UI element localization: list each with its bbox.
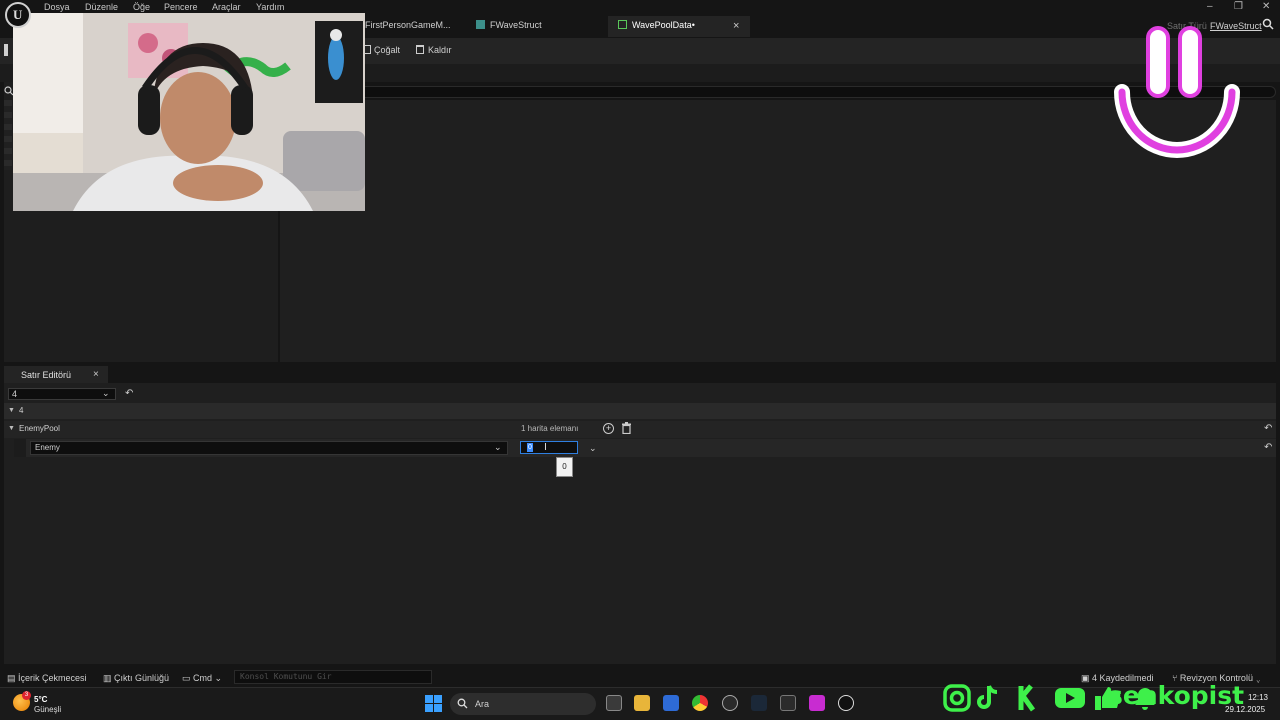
menu-file[interactable]: Dosya [44,2,70,12]
output-log-button[interactable]: ▥ Çıktı Günlüğü [103,673,169,684]
cmd-dropdown[interactable]: ▭ Cmd ⌄ [182,673,222,684]
chevron-down-icon[interactable]: ⌄ [494,442,502,453]
weather-temperature: 5°C [34,695,48,704]
chevron-down-icon: ⌄ [1252,673,1261,683]
epic-games-icon[interactable] [780,695,796,711]
remove-label: Kaldır [428,45,452,55]
taskbar-search-label: Ara [475,699,490,709]
content-drawer-button[interactable]: ▤ İçerik Çekmecesi [7,673,87,684]
close-icon[interactable]: × [93,369,99,380]
console-icon: ▭ [182,673,194,683]
row-name-select[interactable]: 4 [8,388,116,400]
task-view-icon[interactable] [606,695,622,711]
save-icon: ▣ [1081,673,1093,683]
reset-arrow-icon[interactable]: ↶ [125,388,133,399]
search-icon [457,698,468,709]
menu-edit[interactable]: Düzenle [85,2,118,12]
menu-help[interactable]: Yardım [256,2,284,12]
store-icon[interactable] [663,695,679,711]
menu-asset[interactable]: Öğe [133,2,150,12]
cmd-label: Cmd [193,673,213,683]
duplicate-button[interactable]: Çoğalt [363,45,400,55]
trash-icon [416,45,424,54]
section-label: 4 [19,406,24,415]
remove-button[interactable]: Kaldır [416,45,452,55]
map-element-count: 1 harita elemanı [521,424,579,433]
chevron-down-icon[interactable]: ⌄ [589,443,597,454]
output-log-icon: ▥ [103,673,115,683]
struct-icon [476,20,485,29]
output-log-label: Çıktı Günlüğü [114,673,170,683]
content-drawer-label: İçerik Çekmecesi [18,673,87,683]
map-key-combo[interactable]: Enemy [30,441,508,455]
drag-handle[interactable] [14,439,26,457]
channel-name-overlay: senkopist [1108,681,1245,710]
tab-close-icon[interactable]: × [733,20,739,32]
tab-first-person-game-mode[interactable]: FirstPersonGameM... [355,16,465,37]
trash-icon[interactable] [621,422,632,434]
selected-text: 0 [527,443,533,452]
steam-icon[interactable] [751,695,767,711]
tab-label: WavePoolData• [632,20,695,30]
close-window-icon[interactable]: ✕ [1262,1,1270,12]
tab-fwavestruct[interactable]: FWaveStruct [466,16,606,37]
datatable-icon [618,20,627,29]
smiley-logo-overlay [1114,26,1240,158]
windows-start-icon[interactable] [425,695,442,712]
file-explorer-icon[interactable] [634,695,650,711]
value-tooltip: 0 [556,457,573,477]
search-icon[interactable] [1262,18,1274,30]
chevron-down-icon[interactable]: ⌄ [102,388,110,399]
media-app-icon[interactable] [809,695,825,711]
chrome-icon[interactable] [692,695,708,711]
duplicate-label: Çoğalt [374,45,401,55]
row-editor-tabstrip [4,366,1276,383]
menu-window[interactable]: Pencere [164,2,198,12]
property-name: EnemyPool [19,424,60,433]
property-row-enemypool [4,421,1276,438]
reset-arrow-icon[interactable]: ↶ [1264,442,1272,453]
tab-label: FirstPersonGameM... [365,20,451,30]
chevron-down-icon: ⌄ [212,673,223,683]
github-icon[interactable] [722,695,738,711]
section-header[interactable] [4,403,1276,419]
content-drawer-icon: ▤ [7,673,19,683]
webcam-overlay [13,13,365,211]
row-list-rows[interactable] [4,100,12,170]
add-element-icon[interactable]: + [603,423,614,434]
expand-arrow-icon[interactable]: ▼ [8,425,15,432]
menu-tools[interactable]: Araçlar [212,2,241,12]
minimize-icon[interactable]: – [1207,1,1213,12]
taskbar-search-box[interactable] [450,693,596,715]
unreal-engine-icon[interactable] [838,695,854,711]
unreal-logo-icon[interactable] [5,2,31,28]
weather-description: Güneşli [34,705,62,714]
row-editor-tab-label: Satır Editörü [21,370,72,380]
restore-icon[interactable]: ❐ [1234,1,1243,12]
notification-badge: 3 [22,691,31,700]
expand-arrow-icon[interactable]: ▼ [8,407,15,414]
tab-label: FWaveStruct [490,20,542,30]
text-cursor-icon: I [544,442,547,453]
console-command-input[interactable]: Konsol Komutunu Gir [234,670,432,684]
toolbar-marker [4,44,8,56]
reset-arrow-icon[interactable]: ↶ [1264,423,1272,434]
tab-wavepooldata[interactable]: WavePoolData• [608,16,750,37]
